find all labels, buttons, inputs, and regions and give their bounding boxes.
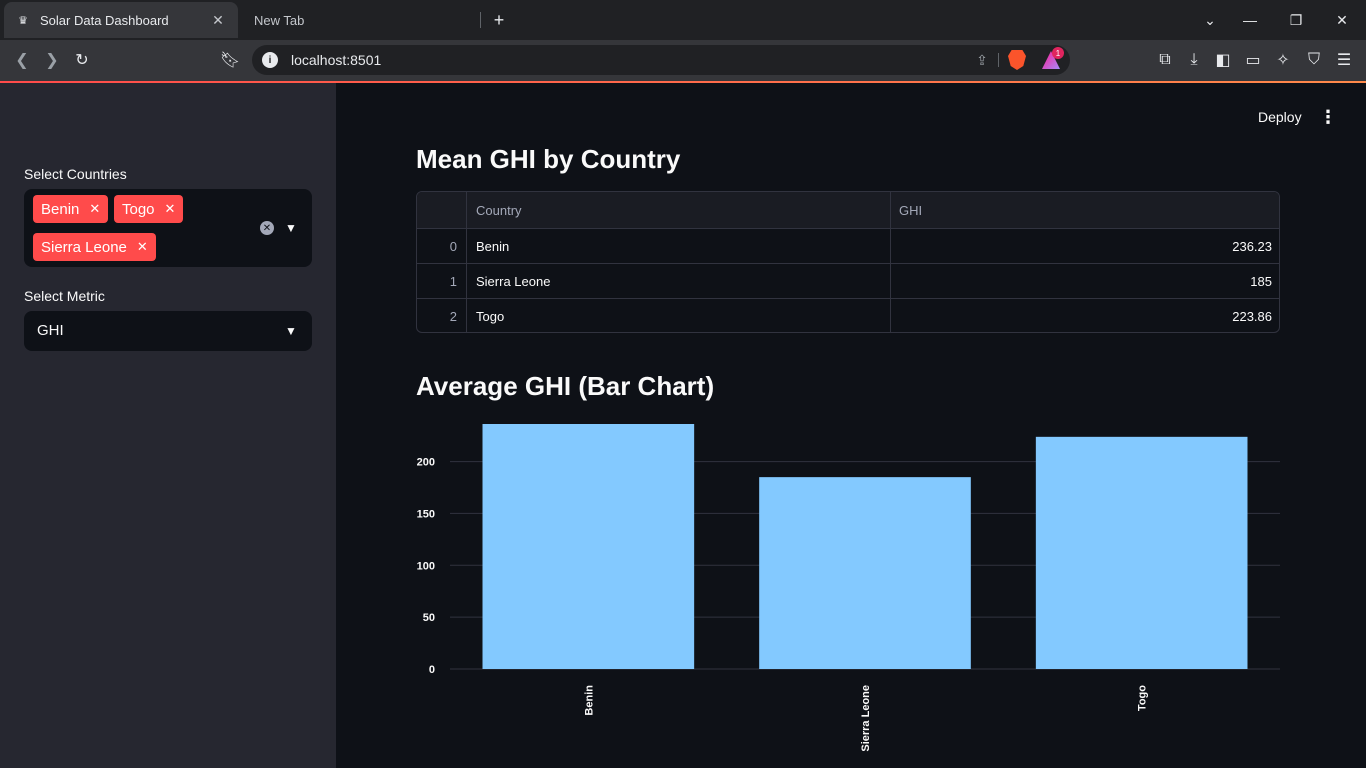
- country-cell[interactable]: Togo: [467, 299, 891, 332]
- countries-multiselect[interactable]: Benin ✕ Togo ✕ Sierra Leone ✕ ✕ ▼: [24, 189, 312, 267]
- ghi-column-header[interactable]: GHI: [891, 192, 1279, 228]
- remove-chip-icon[interactable]: ✕: [165, 201, 176, 217]
- tab-title: Solar Data Dashboard: [40, 12, 169, 28]
- y-tick-label: 200: [417, 457, 435, 469]
- chip-label: Sierra Leone: [41, 238, 127, 256]
- sidebar: Select Countries Benin ✕ Togo ✕ Sierra L…: [0, 83, 336, 768]
- table-row: 1 Sierra Leone 185: [417, 263, 1279, 299]
- ghi-cell[interactable]: 223.86: [891, 299, 1279, 332]
- table-section-title: Mean GHI by Country: [416, 144, 681, 174]
- table-row: 0 Benin 236.23: [417, 228, 1279, 264]
- y-tick-label: 50: [423, 612, 435, 624]
- new-tab-button[interactable]: +: [488, 8, 510, 32]
- tab-divider: [480, 12, 481, 28]
- site-info-icon[interactable]: i: [262, 52, 278, 68]
- omnibox-divider: [998, 53, 999, 67]
- brave-shields-icon[interactable]: [1008, 50, 1026, 70]
- bookmark-icon[interactable]: 🔖︎: [218, 48, 242, 72]
- ghi-cell[interactable]: 236.23: [891, 229, 1279, 264]
- chart-section-title: Average GHI (Bar Chart): [416, 371, 715, 401]
- reload-icon[interactable]: ↻: [70, 48, 94, 72]
- sidebar-toggle-icon[interactable]: ◧: [1211, 48, 1235, 72]
- browser-tab-bar: ♛ Solar Data Dashboard ✕ New Tab + ⌄ — ❐…: [0, 0, 1366, 40]
- y-tick-label: 0: [429, 664, 435, 676]
- country-column-header[interactable]: Country: [467, 192, 891, 228]
- extensions-icon[interactable]: ⧉: [1153, 48, 1177, 72]
- row-index: 1: [417, 264, 467, 299]
- browser-toolbar: ❮ ❯ ↻ 🔖︎ i localhost:8501 ⇪ 1 ⧉ ⤓ ◧ ▭ ✧ …: [0, 40, 1366, 81]
- country-cell[interactable]: Benin: [467, 229, 891, 264]
- country-chip: Benin ✕: [33, 195, 109, 223]
- chevron-down-icon[interactable]: ▼: [284, 324, 298, 338]
- ghi-cell[interactable]: 185: [891, 264, 1279, 299]
- clear-all-icon[interactable]: ✕: [260, 221, 274, 235]
- wallet-icon[interactable]: ▭: [1241, 48, 1265, 72]
- index-header: [417, 192, 467, 228]
- tab-search-chevron-icon[interactable]: ⌄: [1198, 8, 1222, 32]
- table-row: 2 Togo 223.86: [417, 298, 1279, 332]
- streamlit-favicon-icon: ♛: [18, 14, 28, 27]
- download-icon[interactable]: ⤓: [1182, 48, 1206, 72]
- back-icon[interactable]: ❮: [10, 48, 34, 72]
- bar[interactable]: [759, 477, 971, 669]
- chevron-down-icon[interactable]: ▼: [284, 221, 298, 235]
- remove-chip-icon[interactable]: ✕: [89, 201, 100, 217]
- share-icon[interactable]: ⇪: [972, 50, 992, 70]
- rewards-badge: 1: [1052, 47, 1064, 59]
- x-tick-label: Sierra Leone: [860, 685, 872, 752]
- tab-new-tab[interactable]: New Tab: [242, 0, 480, 40]
- deploy-button[interactable]: Deploy: [1252, 107, 1308, 127]
- url-text[interactable]: localhost:8501: [291, 52, 381, 68]
- y-tick-label: 100: [417, 560, 435, 572]
- metric-select-value: GHI: [37, 322, 64, 339]
- restore-icon[interactable]: ❐: [1284, 8, 1308, 32]
- row-index: 2: [417, 299, 467, 332]
- country-chip: Sierra Leone ✕: [33, 233, 156, 261]
- leo-ai-icon[interactable]: ✧: [1271, 48, 1295, 72]
- table-header-row: Country GHI: [417, 192, 1279, 228]
- metric-label: Select Metric: [24, 288, 105, 304]
- dataframe-table[interactable]: Country GHI 0 Benin 236.23 1 Sierra Leon…: [416, 191, 1280, 333]
- remove-chip-icon[interactable]: ✕: [137, 239, 148, 255]
- ghi-bar-chart[interactable]: 0 50 100 150 200 Benin Sierra Leone Togo: [416, 420, 1286, 760]
- close-icon[interactable]: ✕: [210, 12, 226, 28]
- window-close-icon[interactable]: ✕: [1330, 8, 1354, 32]
- countries-label: Select Countries: [24, 166, 127, 182]
- address-bar[interactable]: i localhost:8501 ⇪ 1: [252, 45, 1070, 75]
- x-tick-label: Togo: [1137, 685, 1149, 711]
- main-menu-icon[interactable]: ⋮: [1318, 106, 1338, 128]
- forward-icon[interactable]: ❯: [40, 48, 64, 72]
- country-cell[interactable]: Sierra Leone: [467, 264, 891, 299]
- row-index: 0: [417, 229, 467, 264]
- y-tick-label: 150: [417, 508, 435, 520]
- country-chip: Togo ✕: [114, 195, 184, 223]
- menu-icon[interactable]: ☰: [1332, 48, 1356, 72]
- chip-label: Benin: [41, 200, 80, 218]
- chip-label: Togo: [122, 200, 155, 218]
- tab-solar-dashboard[interactable]: ♛ Solar Data Dashboard ✕: [4, 2, 238, 38]
- metric-select[interactable]: GHI ▼: [24, 311, 312, 351]
- vpn-icon[interactable]: ⛉: [1302, 48, 1326, 72]
- bar[interactable]: [482, 424, 695, 669]
- bar[interactable]: [1035, 436, 1248, 669]
- minimize-icon[interactable]: —: [1238, 8, 1262, 32]
- x-tick-label: Benin: [583, 685, 595, 716]
- tab-title: New Tab: [254, 12, 305, 28]
